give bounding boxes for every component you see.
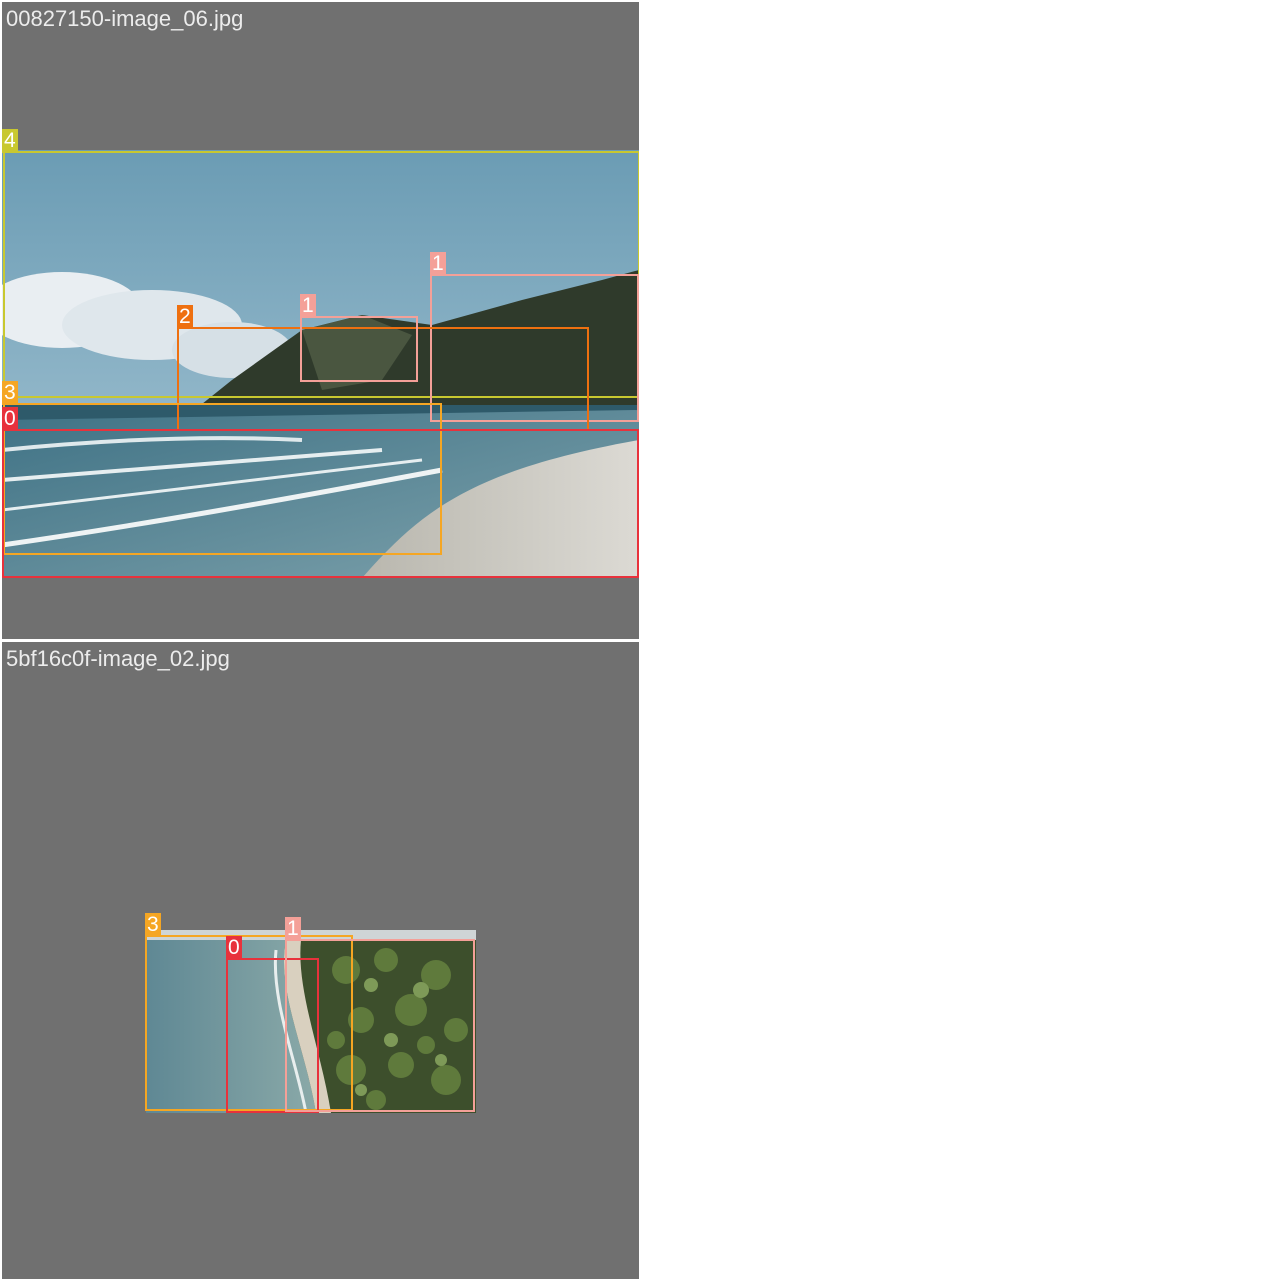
- bounding-box: [2, 429, 639, 578]
- class-label: 0: [226, 936, 242, 960]
- class-label: 1: [300, 294, 316, 318]
- class-label: 1: [285, 917, 301, 941]
- image-tile: 00827150-image_06.jpg 4 1 2 1 3 0: [2, 2, 639, 639]
- image-filename: 00827150-image_06.jpg: [6, 6, 244, 31]
- class-label: 0: [2, 407, 18, 431]
- bounding-box: [285, 939, 475, 1112]
- class-label: 3: [2, 381, 18, 405]
- class-label: 4: [2, 129, 18, 153]
- image-tile: 5bf16c0f-image_02.jpg 3 0 1: [2, 642, 639, 1279]
- class-label: 2: [177, 305, 193, 329]
- class-label: 3: [145, 913, 161, 937]
- bounding-box: [300, 316, 418, 382]
- image-filename: 5bf16c0f-image_02.jpg: [6, 646, 230, 671]
- class-label: 1: [430, 252, 446, 276]
